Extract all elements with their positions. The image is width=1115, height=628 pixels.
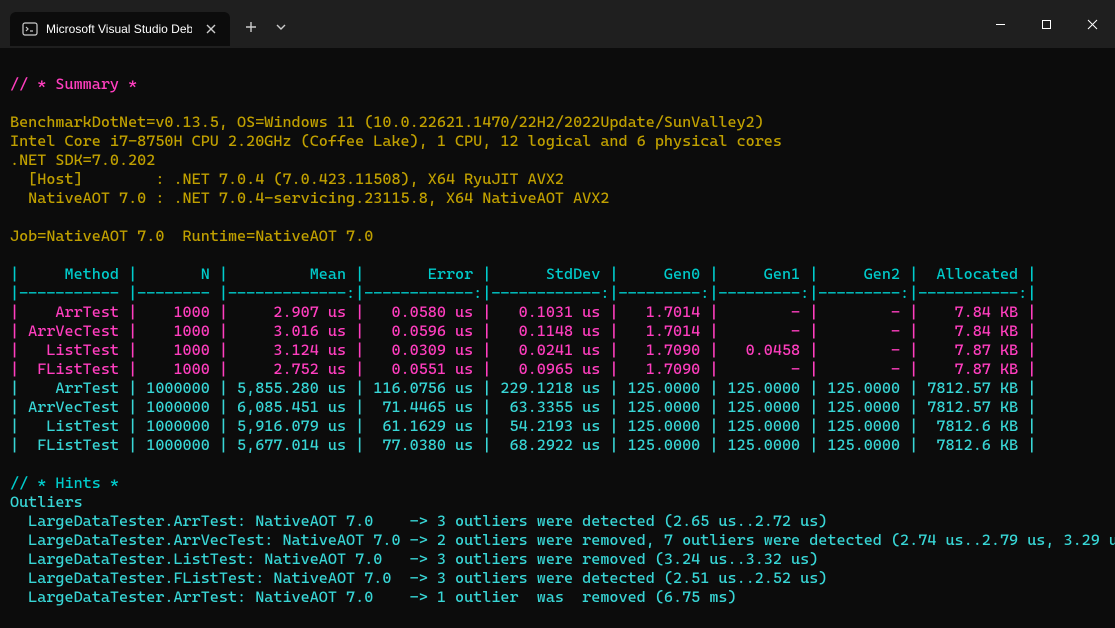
close-button[interactable]	[1069, 8, 1115, 40]
table-row: | ArrTest | 1000000 | 5,855.280 us | 116…	[10, 379, 1036, 397]
table-row: | ListTest | 1000000 | 5,916.079 us | 61…	[10, 417, 1036, 435]
hints-header: // * Hints *	[10, 474, 119, 492]
outlier-line: LargeDataTester.ArrTest: NativeAOT 7.0 -…	[10, 512, 827, 530]
tab-title: Microsoft Visual Studio Debug	[46, 22, 192, 36]
table-row: | ArrVecTest | 1000 | 3.016 us | 0.0596 …	[10, 322, 1036, 340]
tab-close-button[interactable]	[204, 21, 219, 37]
env-line: Intel Core i7-8750H CPU 2.20GHz (Coffee …	[10, 132, 782, 150]
summary-header: // * Summary *	[10, 75, 137, 93]
env-line: NativeAOT 7.0 : .NET 7.0.4-servicing.231…	[10, 189, 609, 207]
outliers-label: Outliers	[10, 493, 83, 511]
table-row: | ArrTest | 1000 | 2.907 us | 0.0580 us …	[10, 303, 1036, 321]
env-line: .NET SDK=7.0.202	[10, 151, 155, 169]
table-header: | Method | N | Mean | Error | StdDev | G…	[10, 265, 1036, 283]
tab-active[interactable]: Microsoft Visual Studio Debug	[10, 12, 230, 46]
titlebar: Microsoft Visual Studio Debug	[0, 0, 1115, 48]
outlier-line: LargeDataTester.FListTest: NativeAOT 7.0…	[10, 569, 827, 587]
table-row: | FListTest | 1000000 | 5,677.014 us | 7…	[10, 436, 1036, 454]
minimize-button[interactable]	[977, 8, 1023, 40]
outlier-line: LargeDataTester.ArrTest: NativeAOT 7.0 -…	[10, 588, 737, 606]
terminal-output[interactable]: // * Summary * BenchmarkDotNet=v0.13.5, …	[0, 48, 1115, 607]
terminal-icon	[22, 21, 38, 37]
table-separator: |----------- |-------- |-------------:|-…	[10, 284, 1036, 302]
outlier-line: LargeDataTester.ArrVecTest: NativeAOT 7.…	[10, 531, 1115, 549]
maximize-button[interactable]	[1023, 8, 1069, 40]
table-row: | ArrVecTest | 1000000 | 6,085.451 us | …	[10, 398, 1036, 416]
table-row: | ListTest | 1000 | 3.124 us | 0.0309 us…	[10, 341, 1036, 359]
outlier-line: LargeDataTester.ListTest: NativeAOT 7.0 …	[10, 550, 818, 568]
env-line: [Host] : .NET 7.0.4 (7.0.423.11508), X64…	[10, 170, 564, 188]
tab-dropdown-button[interactable]	[266, 12, 296, 42]
env-line: BenchmarkDotNet=v0.13.5, OS=Windows 11 (…	[10, 113, 764, 131]
table-row: | FListTest | 1000 | 2.752 us | 0.0551 u…	[10, 360, 1036, 378]
env-line: Job=NativeAOT 7.0 Runtime=NativeAOT 7.0	[10, 227, 373, 245]
new-tab-button[interactable]	[236, 12, 266, 42]
